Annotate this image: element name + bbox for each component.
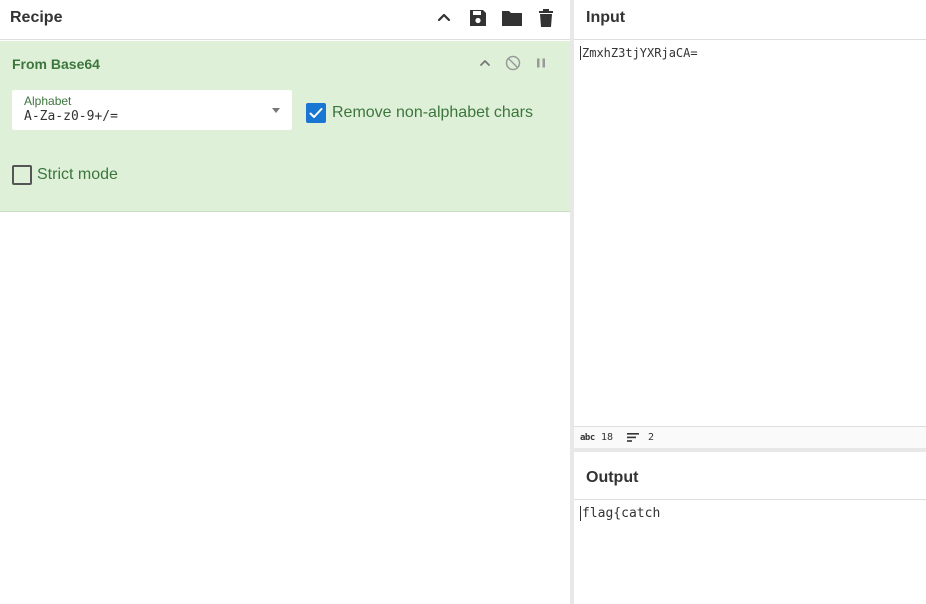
char-count: 18 bbox=[601, 432, 614, 443]
strict-mode-label[interactable]: Strict mode bbox=[37, 166, 118, 184]
input-title: Input bbox=[586, 9, 626, 26]
save-icon[interactable] bbox=[466, 6, 490, 30]
collapse-operation-icon[interactable] bbox=[475, 53, 495, 73]
output-pane: Output flag{catch bbox=[574, 452, 926, 604]
recipe-pane: Recipe From Base64 Alphabet A-Za-z0-9+/= bbox=[0, 0, 570, 604]
input-pane: Input ZmxhZ3tjYXRjaCA= abc 18 2 bbox=[574, 0, 926, 450]
input-status-bar: abc 18 2 bbox=[574, 426, 926, 448]
strict-mode-checkbox[interactable] bbox=[12, 165, 32, 185]
input-header: Input bbox=[574, 0, 926, 40]
recipe-header: Recipe bbox=[0, 0, 570, 40]
remove-non-alphabet-label[interactable]: Remove non-alphabet chars bbox=[332, 104, 533, 122]
recipe-title: Recipe bbox=[10, 9, 63, 26]
char-count-icon: abc bbox=[580, 433, 595, 443]
checkmark-icon bbox=[309, 108, 323, 118]
input-textarea[interactable]: ZmxhZ3tjYXRjaCA= bbox=[580, 46, 698, 60]
folder-icon[interactable] bbox=[500, 6, 524, 30]
output-title: Output bbox=[586, 469, 639, 486]
collapse-icon[interactable] bbox=[432, 6, 456, 30]
breakpoint-icon[interactable] bbox=[531, 53, 551, 73]
dropdown-caret-icon[interactable] bbox=[272, 108, 280, 113]
alphabet-select[interactable]: Alphabet A-Za-z0-9+/= bbox=[12, 90, 292, 130]
alphabet-label: Alphabet bbox=[24, 94, 72, 108]
alphabet-value: A-Za-z0-9+/= bbox=[24, 109, 118, 124]
line-count: 2 bbox=[648, 432, 655, 443]
operation-title[interactable]: From Base64 bbox=[12, 56, 100, 72]
output-textarea[interactable]: flag{catch bbox=[580, 506, 660, 521]
operation-card: From Base64 Alphabet A-Za-z0-9+/= Remove… bbox=[0, 41, 570, 212]
remove-non-alphabet-checkbox[interactable] bbox=[306, 103, 326, 123]
disable-operation-icon[interactable] bbox=[503, 53, 523, 73]
output-header: Output bbox=[574, 452, 926, 500]
line-count-icon bbox=[627, 432, 640, 446]
trash-icon[interactable] bbox=[534, 6, 558, 30]
